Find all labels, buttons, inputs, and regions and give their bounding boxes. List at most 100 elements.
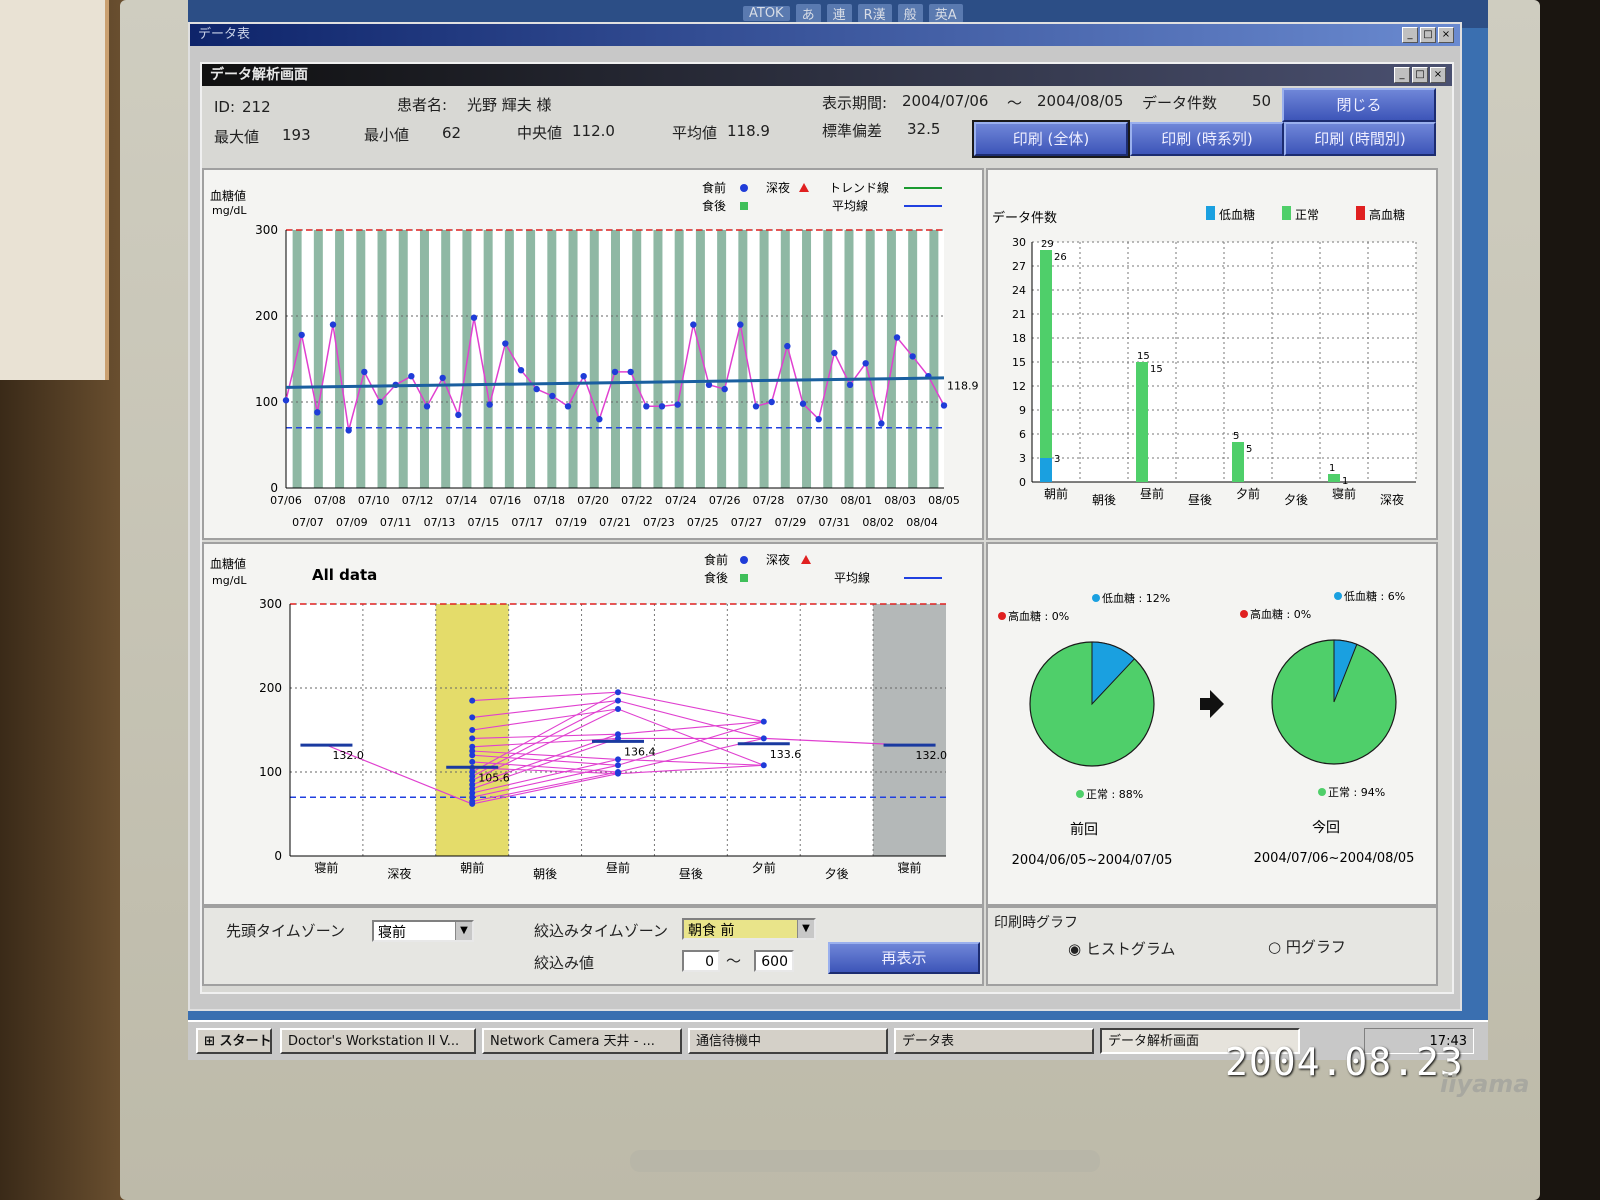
x-tick-label: 朝前 — [460, 860, 484, 875]
pie-charts: 低血糖 : 12% 高血糖 : 0% 正常 : 88% 前回 2004/06/05~20… — [998, 589, 1415, 868]
redisplay-button[interactable]: 再表示 — [828, 942, 980, 974]
x-tick-label: 深夜 — [387, 866, 411, 881]
legend-label: 正常 — [1295, 208, 1319, 222]
lead-timezone-select[interactable]: 寝前 ▼ — [372, 920, 474, 942]
histogram-radio[interactable]: ◉ ヒストグラム — [1068, 938, 1175, 959]
data-point — [615, 706, 621, 712]
ime-item[interactable]: 連 — [826, 3, 852, 23]
data-point — [768, 398, 775, 406]
legend-marker — [998, 612, 1006, 620]
data-point — [314, 409, 321, 416]
ime-item[interactable]: あ — [795, 3, 821, 23]
day-stripe — [526, 230, 536, 488]
pie-radio[interactable]: ○ 円グラフ — [1268, 936, 1346, 957]
mean-value-label: 132.0 — [916, 749, 948, 762]
legend-marker — [799, 183, 809, 192]
legend-label: 食後 — [702, 198, 726, 213]
data-point — [470, 314, 478, 321]
filter-timezone-select[interactable]: 朝食 前 ▼ — [682, 918, 816, 940]
day-stripe — [674, 230, 684, 488]
data-point — [329, 321, 337, 328]
minimize-icon[interactable]: _ — [1394, 67, 1410, 83]
x-tick-label: 昼前 — [1140, 486, 1164, 501]
task-data-table[interactable]: データ表 — [894, 1028, 1094, 1054]
data-point — [815, 416, 822, 423]
pie-panel: 低血糖 : 12% 高血糖 : 0% 正常 : 88% 前回 2004/06/05~20… — [986, 542, 1438, 906]
pie-period: 2004/07/06~2004/08/05 — [1254, 851, 1415, 866]
legend-marker — [1206, 206, 1215, 220]
close-button[interactable]: 閉じる — [1282, 88, 1436, 122]
task-network-camera[interactable]: Network Camera 天井 - ... — [482, 1028, 682, 1054]
print-all-button[interactable]: 印刷 (全体) — [972, 120, 1130, 158]
legend-marker — [1318, 788, 1326, 796]
pie-label-low: 低血糖 : 6% — [1344, 589, 1405, 603]
start-button[interactable]: ⊞ スタート — [196, 1028, 272, 1054]
mean-value-label: 132.0 — [332, 749, 364, 762]
radio-unselected-icon[interactable]: ○ — [1268, 938, 1281, 956]
filter-max-input[interactable]: 600 — [754, 950, 794, 972]
data-point — [784, 342, 791, 350]
task-communication-wait[interactable]: 通信待機中 — [688, 1028, 888, 1054]
print-series-button[interactable]: 印刷 (時系列) — [1130, 122, 1284, 156]
y-tick-label: 27 — [1012, 260, 1026, 273]
legend-marker — [1076, 790, 1084, 798]
ime-item[interactable]: R漢 — [857, 3, 892, 23]
bar-total-label: 1 — [1329, 463, 1335, 474]
max-value: 193 — [282, 126, 311, 144]
y-axis-unit: mg/dL — [212, 574, 247, 587]
min-label: 最小値 — [364, 126, 410, 144]
data-point — [862, 360, 869, 367]
data-point — [760, 735, 767, 742]
alldata-chart: 血糖値mg/dL All data0100200300寝前 深夜 朝前 朝後 昼前 昼後 夕前… — [210, 552, 948, 881]
legend-marker — [740, 184, 748, 192]
x-tick-label: 07/20 — [577, 494, 609, 507]
x-tick-label: 07/29 — [775, 516, 807, 529]
day-stripe — [865, 230, 875, 488]
chart-title: All data — [312, 566, 377, 584]
day-stripe — [313, 230, 323, 488]
chevron-down-icon[interactable]: ▼ — [797, 920, 814, 938]
ime-item[interactable]: ATOK — [743, 5, 790, 21]
maximize-icon[interactable]: □ — [1420, 27, 1436, 43]
legend-label: 平均線 — [832, 198, 868, 213]
day-stripe — [547, 230, 557, 488]
y-tick-label: 15 — [1012, 356, 1026, 369]
mean-value-label: 133.6 — [770, 748, 802, 761]
count-value: 50 — [1252, 92, 1272, 110]
x-tick-label: 夕前 — [752, 860, 776, 875]
lead-timezone-label: 先頭タイムゾーン — [226, 922, 345, 940]
period-to: 2004/08/05 — [1037, 92, 1124, 110]
task-doctors-workstation[interactable]: Doctor's Workstation II V... — [280, 1028, 476, 1054]
data-point — [361, 368, 368, 376]
maximize-icon[interactable]: □ — [1412, 67, 1428, 83]
legend-marker — [740, 202, 748, 210]
filter-min-input[interactable]: 0 — [682, 950, 720, 972]
ime-item[interactable]: 英A — [928, 3, 963, 23]
timeseries-chart: 血糖値mg/dL 0 100 200 300 07/06 07/08 07/10 07/12 07… — [210, 180, 979, 529]
mean-label: 平均値 — [672, 124, 718, 142]
day-stripe — [632, 230, 642, 488]
period-separator: ～ — [1007, 94, 1023, 112]
x-tick-label: 07/13 — [424, 516, 456, 529]
minimize-icon[interactable]: _ — [1402, 27, 1418, 43]
legend-label: 食前 — [702, 180, 726, 195]
filter-timezone-label: 絞込みタイムゾーン — [534, 922, 668, 940]
data-point — [690, 321, 697, 328]
x-tick-label: 08/02 — [862, 516, 894, 529]
data-point — [282, 397, 290, 404]
chevron-down-icon[interactable]: ▼ — [455, 922, 472, 940]
radio-selected-icon[interactable]: ◉ — [1068, 940, 1081, 958]
sd-label: 標準偏差 — [822, 122, 883, 140]
x-tick-label: 07/12 — [402, 494, 434, 507]
y-tick-label: 21 — [1012, 308, 1026, 321]
ime-item[interactable]: 般 — [897, 3, 923, 23]
close-icon[interactable]: × — [1430, 67, 1446, 83]
day-stripe — [653, 230, 663, 488]
print-timezone-button[interactable]: 印刷 (時間別) — [1284, 122, 1436, 156]
period-label: 表示期間: — [822, 94, 888, 112]
day-stripe — [483, 230, 493, 488]
close-icon[interactable]: × — [1438, 27, 1454, 43]
x-tick-label: 07/11 — [380, 516, 412, 529]
x-tick-label: 寝前 — [1332, 486, 1356, 501]
data-point — [627, 368, 634, 376]
